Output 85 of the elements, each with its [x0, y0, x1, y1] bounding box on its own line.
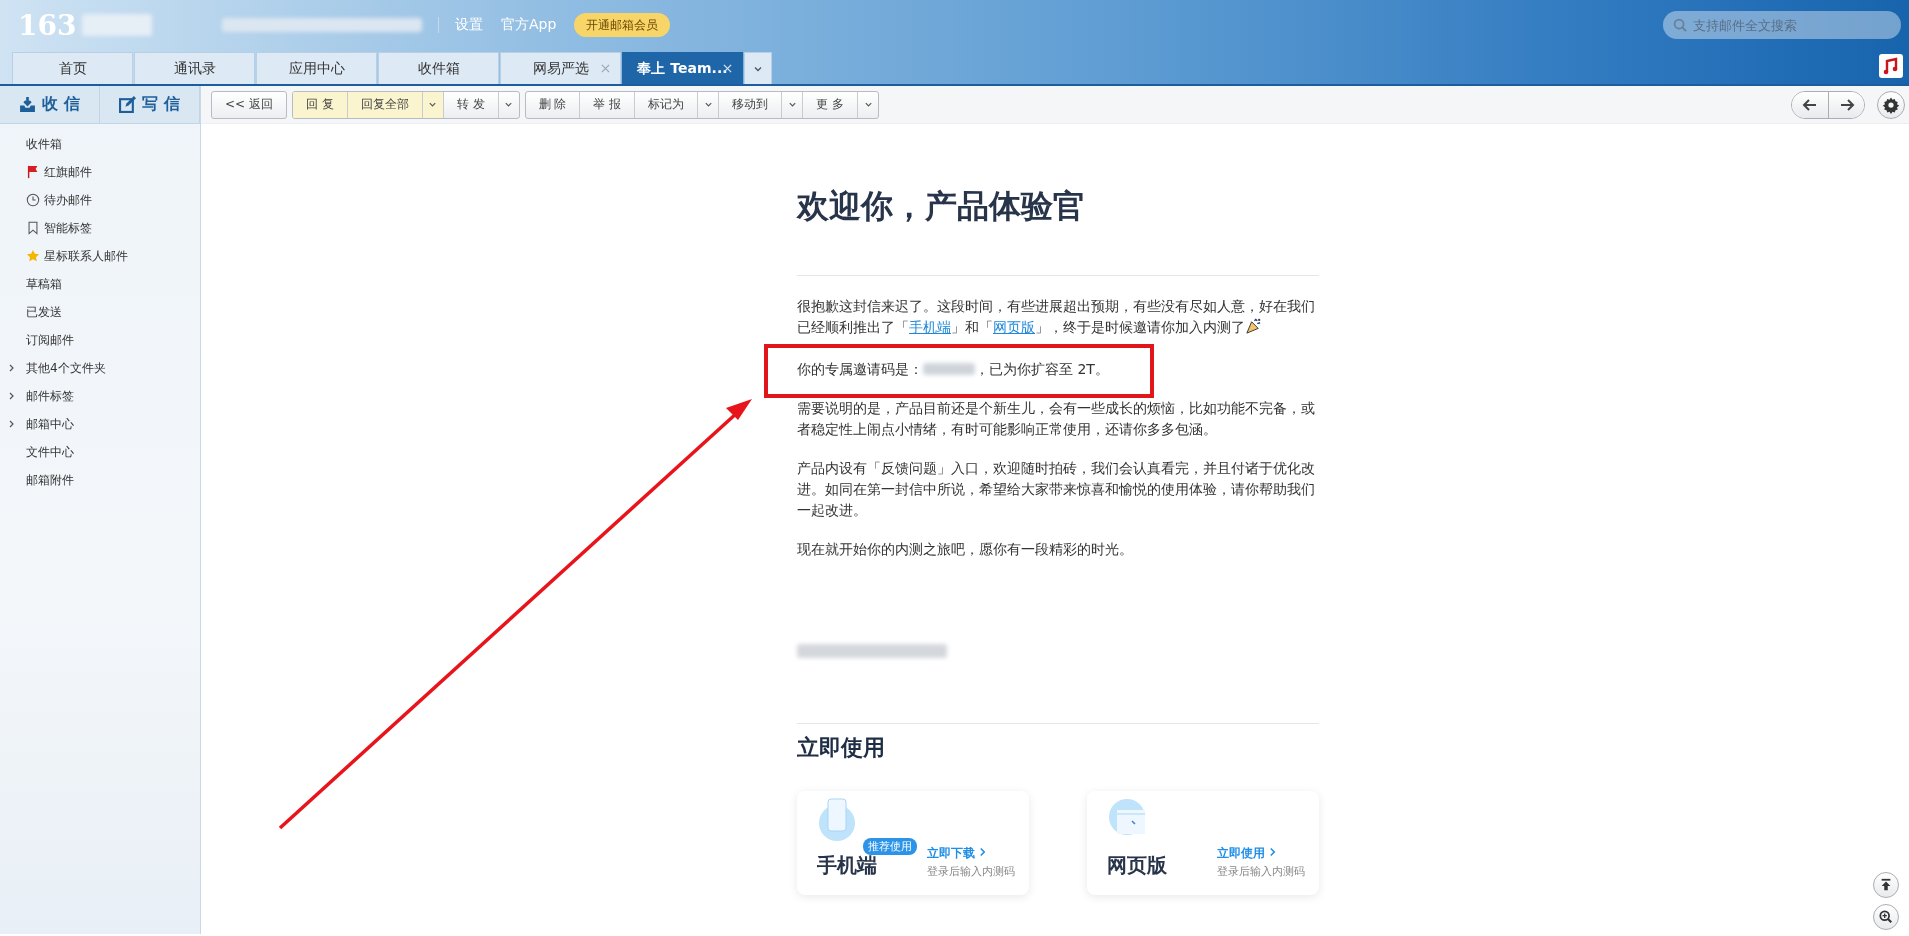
- chevron-down-icon: [787, 100, 797, 109]
- toolbar-button[interactable]: 标记为: [635, 91, 699, 118]
- edit-icon: [119, 96, 137, 113]
- search-icon: [1673, 18, 1688, 33]
- link[interactable]: 手机端: [909, 319, 951, 335]
- toolbar-button[interactable]: << 返回: [212, 91, 286, 118]
- folder-item[interactable]: 邮箱中心: [0, 410, 190, 438]
- folder-item[interactable]: 红旗邮件: [0, 158, 190, 186]
- tab[interactable]: 奉上 Team...: [622, 52, 743, 84]
- toolbar-button[interactable]: 回复全部: [347, 91, 423, 118]
- card-title: 手机端: [817, 853, 877, 877]
- recommend-badge: 推荐使用: [863, 838, 917, 855]
- blurred-logo-caption: [82, 14, 153, 36]
- receive-button[interactable]: 收 信: [0, 86, 100, 123]
- party-popper-icon: [1245, 318, 1262, 335]
- folder-item[interactable]: 邮件标签: [0, 382, 190, 410]
- next-button[interactable]: [1828, 91, 1864, 118]
- folder-item[interactable]: 其他4个文件夹: [0, 354, 190, 382]
- toolbar-button[interactable]: 更 多: [803, 91, 859, 118]
- folder-item[interactable]: 邮箱附件: [0, 466, 190, 494]
- clock-icon: [26, 193, 40, 207]
- tab[interactable]: 应用中心: [256, 52, 377, 84]
- chevron-down-icon: [863, 100, 873, 109]
- card-note: 登录后输入内测码: [927, 864, 1015, 879]
- toolbar-button[interactable]: 回 复: [292, 91, 348, 118]
- browser-window-icon: [1107, 797, 1147, 837]
- split-button[interactable]: 转 发: [443, 91, 519, 118]
- expand-caret-icon[interactable]: [8, 364, 16, 372]
- blurred-code: [923, 363, 975, 375]
- paragraph: 很抱歉这封信来迟了。这段时间，有些进展超出预期，有些没有尽如人意，好在我们已经顺利推出了「手机端」和「网页版」，终于是时候邀请你加入内测了: [797, 297, 1316, 337]
- chevron-down-icon: [428, 100, 438, 109]
- gear-icon: [1882, 95, 1900, 114]
- split-button[interactable]: 标记为: [635, 91, 720, 118]
- folder-item[interactable]: 已发送: [0, 298, 190, 326]
- previous-button[interactable]: [1792, 91, 1828, 118]
- logo-text: 163: [18, 8, 77, 42]
- tab[interactable]: 网易严选: [500, 52, 621, 84]
- folder-item[interactable]: 草稿箱: [0, 270, 190, 298]
- toolbar-button[interactable]: 删 除: [525, 91, 581, 118]
- zoom-in-icon: [1879, 910, 1893, 924]
- arrow-left-icon: [1802, 96, 1818, 113]
- expand-caret-icon[interactable]: [8, 392, 16, 400]
- back-to-top-button[interactable]: [1873, 872, 1899, 898]
- settings-button[interactable]: [1877, 90, 1905, 119]
- chevron-down-icon: [703, 100, 713, 109]
- arrow-up-to-line-icon: [1879, 878, 1893, 892]
- zoom-in-button[interactable]: [1873, 904, 1899, 930]
- compose-button[interactable]: 写 信: [100, 86, 200, 123]
- tab[interactable]: 收件箱: [378, 52, 499, 84]
- toolbar-button[interactable]: 转 发: [443, 91, 499, 118]
- split-button[interactable]: 回复全部: [347, 91, 444, 118]
- paragraph: 你的专属邀请码是： ，已为你扩容至 2T。: [797, 360, 1110, 379]
- folder-item[interactable]: 订阅邮件: [0, 326, 190, 354]
- tab[interactable]: 首页: [12, 52, 133, 84]
- tab[interactable]: 通讯录: [134, 52, 255, 84]
- folder-item[interactable]: 文件中心: [0, 438, 190, 466]
- chevron-down-icon: [504, 100, 514, 109]
- flag-icon: [26, 165, 40, 179]
- chevron-right-icon: [1269, 847, 1277, 857]
- email-title: 欢迎你，产品体验官: [797, 186, 1086, 227]
- phone-illustration-icon: [817, 797, 857, 841]
- folder-item[interactable]: 收件箱: [0, 130, 190, 158]
- toolbar-button[interactable]: 举 报: [580, 91, 636, 118]
- paragraph: 现在就开始你的内测之旅吧，愿你有一段精彩的时光。: [797, 540, 1134, 559]
- card-title: 网页版: [1107, 853, 1167, 877]
- section-title: 立即使用: [797, 734, 886, 762]
- card-note: 登录后输入内测码: [1217, 864, 1305, 879]
- download-tray-icon: [19, 96, 37, 113]
- paragraph: 需要说明的是，产品目前还是个新生儿，会有一些成长的烦恼，比如功能不完备，或者稳定性上闹点小情绪，有时可能影响正常使用，还请你多多包涵。: [797, 399, 1316, 439]
- paragraph: 产品内设有「反馈问题」入口，欢迎随时拍砖，我们会认真看完，并且付诸于优化改进。如同在第一封信中所说，希望给大家带来惊喜和愉悦的使用体验，请你帮助我们一起改进。: [797, 459, 1316, 520]
- folder-item[interactable]: 星标联系人邮件: [0, 242, 190, 270]
- toolbar-button[interactable]: 移动到: [719, 91, 783, 118]
- music-note-icon[interactable]: [1879, 54, 1903, 78]
- chevron-right-icon: [979, 847, 987, 857]
- folder-item[interactable]: 待办邮件: [0, 186, 190, 214]
- split-button[interactable]: 移动到: [719, 91, 804, 118]
- link[interactable]: 网页版: [993, 319, 1035, 335]
- folder-item[interactable]: 智能标签: [0, 214, 190, 242]
- split-button[interactable]: 更 多: [803, 91, 879, 118]
- expand-caret-icon[interactable]: [8, 420, 16, 428]
- bookmark-icon: [26, 221, 40, 235]
- star-icon: [26, 249, 40, 263]
- vip-button[interactable]: 开通邮箱会员: [574, 13, 671, 37]
- action-link[interactable]: 立即使用: [1217, 845, 1277, 862]
- arrow-right-icon: [1838, 96, 1855, 113]
